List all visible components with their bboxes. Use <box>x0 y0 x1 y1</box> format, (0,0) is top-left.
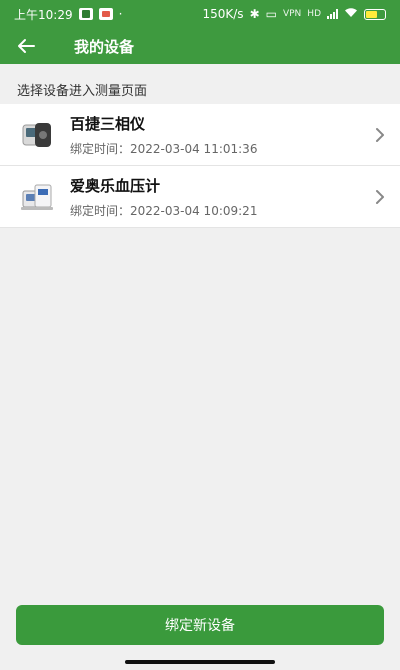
section-label: 选择设备进入测量页面 <box>17 84 148 99</box>
device-text: 爱奥乐血压计 绑定时间：2022-03-04 10:09:21 <box>70 175 360 219</box>
status-bar: 上午10:29 · 150K/s ✱ ▭ VPN HD <box>0 0 400 28</box>
device-thumbnail-meter <box>18 116 56 154</box>
device-name: 百捷三相仪 <box>70 114 146 133</box>
signal-icon <box>327 9 338 19</box>
wifi-icon <box>344 7 358 21</box>
device-thumbnail-blood-pressure <box>18 178 56 216</box>
vpn-indicator: VPN <box>282 9 302 19</box>
page-title: 我的设备 <box>74 37 135 56</box>
device-bind-time: 绑定时间：2022-03-04 10:09:21 <box>70 203 258 218</box>
app-notification-icon <box>78 8 93 20</box>
device-item-blood-pressure-monitor[interactable]: 爱奥乐血压计 绑定时间：2022-03-04 10:09:21 <box>0 166 400 228</box>
status-right: 150K/s ✱ ▭ VPN HD <box>202 7 386 21</box>
device-item-sanxiangyi[interactable]: 百捷三相仪 绑定时间：2022-03-04 11:01:36 <box>0 104 400 166</box>
screen: 上午10:29 · 150K/s ✱ ▭ VPN HD 我的设备 选择设备进入测… <box>0 0 400 670</box>
bluetooth-icon: ✱ <box>249 7 260 21</box>
app-header: 我的设备 <box>0 28 400 64</box>
hd-indicator: HD <box>307 9 321 19</box>
device-text: 百捷三相仪 绑定时间：2022-03-04 11:01:36 <box>70 113 360 157</box>
status-time: 上午10:29 <box>14 7 73 22</box>
dot-icon: · <box>118 7 123 21</box>
home-indicator[interactable] <box>125 660 275 664</box>
bind-new-device-button[interactable]: 绑定新设备 <box>16 605 384 645</box>
vibrate-icon: ▭ <box>265 7 277 21</box>
device-bind-time: 绑定时间：2022-03-04 11:01:36 <box>70 141 258 156</box>
battery-icon <box>364 8 386 20</box>
back-button[interactable] <box>0 28 52 64</box>
back-arrow-icon <box>18 39 35 53</box>
status-left: 上午10:29 · <box>14 6 122 23</box>
message-notification-icon <box>98 8 113 20</box>
device-list: 百捷三相仪 绑定时间：2022-03-04 11:01:36 爱奥乐血压计 绑定… <box>0 104 400 228</box>
chevron-right-icon <box>360 189 400 205</box>
device-name: 爱奥乐血压计 <box>70 176 161 195</box>
chevron-right-icon <box>360 127 400 143</box>
network-speed: 150K/s <box>202 7 244 21</box>
